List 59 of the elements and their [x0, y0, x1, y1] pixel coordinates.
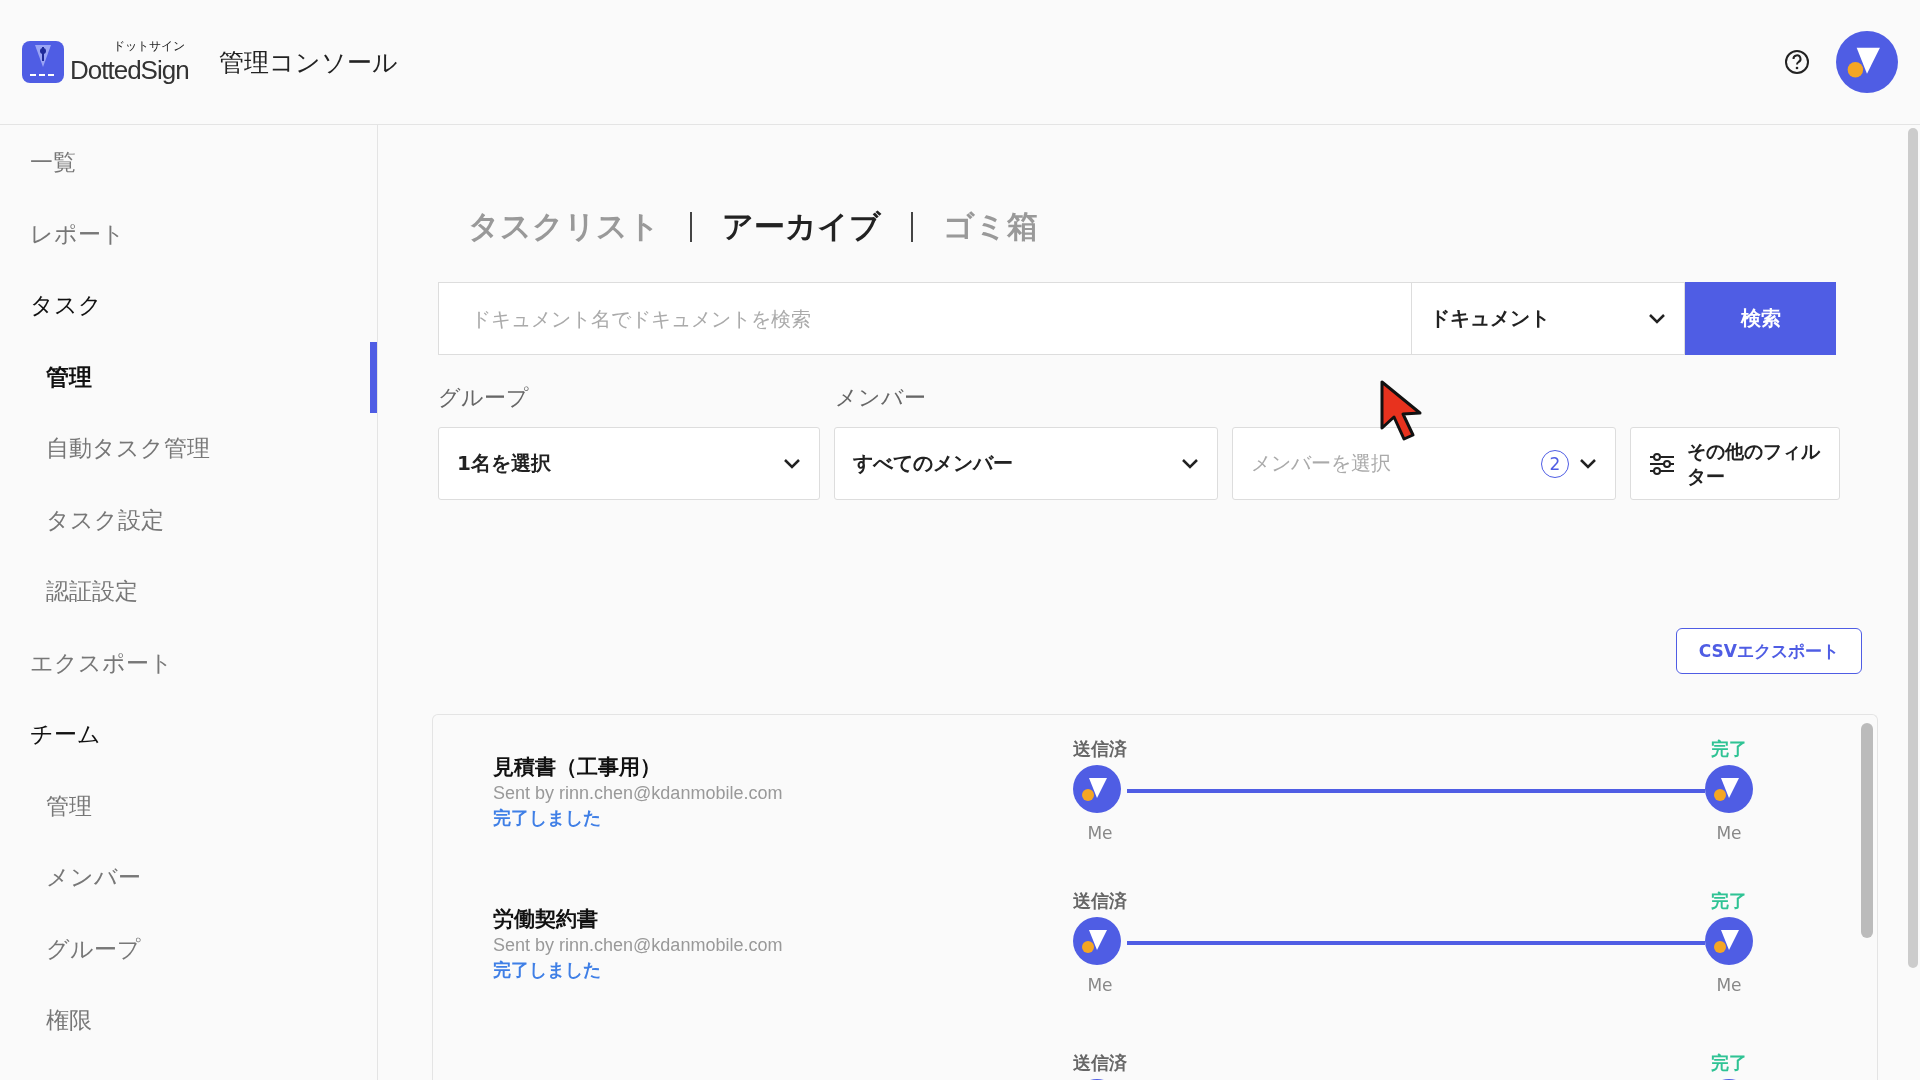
step-label: 完了	[1711, 1053, 1747, 1073]
step-label: 送信済	[1073, 1053, 1127, 1073]
chevron-down-icon	[1181, 457, 1199, 470]
tab[interactable]: タスクリスト	[438, 206, 690, 248]
sidebar-item[interactable]: チーム	[0, 699, 377, 771]
sliders-icon	[1649, 452, 1675, 475]
group-label: グループ	[438, 384, 530, 412]
member-select-dropdown[interactable]: メンバーを選択 2	[1232, 427, 1616, 500]
chevron-down-icon	[1648, 312, 1666, 325]
sidebar-item[interactable]: 権限	[0, 985, 377, 1057]
avatar-icon	[1836, 31, 1898, 93]
step-label: 送信済	[1073, 891, 1127, 911]
more-filters-button[interactable]: その他のフィルター	[1630, 427, 1840, 500]
task-title[interactable]: 労働契約書	[493, 904, 1073, 933]
sidebar-item[interactable]: 管理	[0, 341, 377, 413]
sidebar-item[interactable]: タスク	[0, 270, 377, 342]
chevron-down-icon	[1579, 457, 1597, 470]
task-status: 完了しました	[493, 957, 602, 982]
sidebar-item[interactable]: タスク設定	[0, 484, 377, 556]
task-sender: Sent by rinn.chen@kdanmobile.com	[493, 782, 784, 804]
scrollbar[interactable]	[1908, 128, 1918, 968]
step-label: 完了	[1711, 891, 1747, 911]
sidebar-item[interactable]: 管理	[0, 770, 377, 842]
help-icon[interactable]	[1784, 49, 1810, 75]
sidebar-item[interactable]: 一覧	[0, 127, 377, 199]
task-sender: Sent by rinn.chen@kdanmobile.com	[493, 934, 784, 956]
task-title[interactable]: 見積書（工事用）	[493, 752, 1073, 781]
signer-name: Me	[1716, 974, 1742, 995]
signer-name: Me	[1087, 822, 1113, 843]
scrollbar[interactable]	[1861, 723, 1873, 938]
brand-name: DottedSign	[70, 55, 189, 86]
sidebar-item[interactable]: メンバー	[0, 842, 377, 914]
signer-avatar-icon	[1073, 916, 1121, 965]
scope-dropdown[interactable]: ドキュメント	[1411, 282, 1685, 355]
signer-name: Me	[1087, 974, 1113, 995]
sidebar-item[interactable]: グループ	[0, 913, 377, 985]
sidebar-item[interactable]: エクスポート	[0, 627, 377, 699]
signer-avatar-icon	[1705, 916, 1753, 965]
sidebar-item[interactable]: 自動タスク管理	[0, 413, 377, 485]
tab[interactable]: アーカイブ	[692, 206, 911, 248]
member-label: メンバー	[835, 384, 927, 412]
search-field[interactable]: ドキュメント名でドキュメントを検索	[438, 282, 1411, 355]
sidebar-item[interactable]: 認証設定	[0, 556, 377, 628]
console-title: 管理コンソール	[218, 46, 398, 79]
member-dropdown[interactable]: すべてのメンバー	[834, 427, 1218, 500]
signer-avatar-icon	[1073, 764, 1121, 813]
task-status: 完了しました	[493, 805, 602, 830]
sidebar-item[interactable]: レポート	[0, 198, 377, 270]
tab[interactable]: ゴミ箱	[913, 206, 1068, 248]
group-dropdown[interactable]: 1名を選択	[438, 427, 820, 500]
chevron-down-icon	[783, 457, 801, 470]
step-label: 送信済	[1073, 739, 1127, 759]
signer-avatar-icon	[1705, 764, 1753, 813]
step-label: 完了	[1711, 739, 1747, 759]
csv-export-button[interactable]: CSVエクスポート	[1675, 628, 1862, 674]
logo-icon	[22, 41, 64, 83]
search-button[interactable]: 検索	[1685, 282, 1836, 355]
brand-kana: ドットサイン	[112, 38, 185, 55]
signer-name: Me	[1716, 822, 1742, 843]
